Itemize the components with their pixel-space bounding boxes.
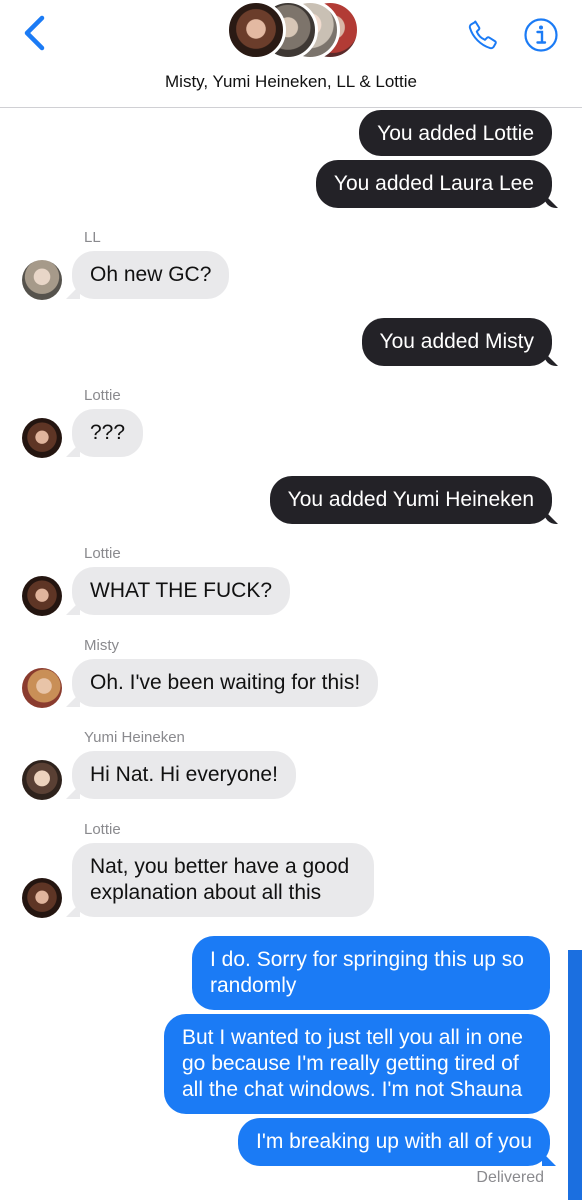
avatar[interactable]	[22, 878, 62, 918]
system-message: You added Lottie	[359, 110, 552, 156]
incoming-message: Nat, you better have a good explanation …	[72, 843, 374, 917]
info-button[interactable]	[522, 16, 560, 54]
incoming-message: Hi Nat. Hi everyone!	[72, 751, 296, 799]
avatar-1	[226, 0, 286, 60]
incoming-message: Oh new GC?	[72, 251, 230, 299]
incoming-message: Oh. I've been waiting for this!	[72, 659, 379, 707]
sender-name: Yumi Heineken	[84, 729, 185, 746]
group-avatars[interactable]	[222, 0, 362, 64]
conversation-header: Misty, Yumi Heineken, LL & Lottie	[0, 0, 582, 108]
system-message: You added Misty	[361, 318, 552, 366]
outgoing-message: But I wanted to just tell you all in one…	[164, 1014, 550, 1114]
incoming-message: ???	[72, 409, 144, 457]
message-list[interactable]: You added Lottie You added Laura Lee LL …	[0, 108, 582, 1200]
outgoing-message: I'm breaking up with all of you	[238, 1118, 550, 1166]
scrollbar[interactable]	[568, 950, 582, 1200]
sender-name: Misty	[84, 637, 119, 654]
sender-name: Lottie	[84, 821, 121, 838]
system-message: You added Yumi Heineken	[269, 476, 552, 524]
info-icon	[524, 18, 558, 52]
avatar[interactable]	[22, 668, 62, 708]
chevron-left-icon	[24, 15, 45, 51]
sender-name: LL	[84, 229, 101, 246]
back-button[interactable]	[14, 10, 54, 56]
sender-name: Lottie	[84, 545, 121, 562]
incoming-message: WHAT THE FUCK?	[72, 567, 291, 615]
avatar[interactable]	[22, 760, 62, 800]
phone-icon	[468, 20, 497, 50]
avatar[interactable]	[22, 418, 62, 458]
delivery-status: Delivered	[476, 1169, 544, 1186]
conversation-title[interactable]: Misty, Yumi Heineken, LL & Lottie	[0, 72, 582, 92]
system-message: You added Laura Lee	[315, 160, 552, 208]
sender-name: Lottie	[84, 387, 121, 404]
avatar[interactable]	[22, 576, 62, 616]
outgoing-message: I do. Sorry for springing this up so ran…	[192, 936, 550, 1010]
call-button[interactable]	[462, 14, 504, 56]
avatar[interactable]	[22, 260, 62, 300]
